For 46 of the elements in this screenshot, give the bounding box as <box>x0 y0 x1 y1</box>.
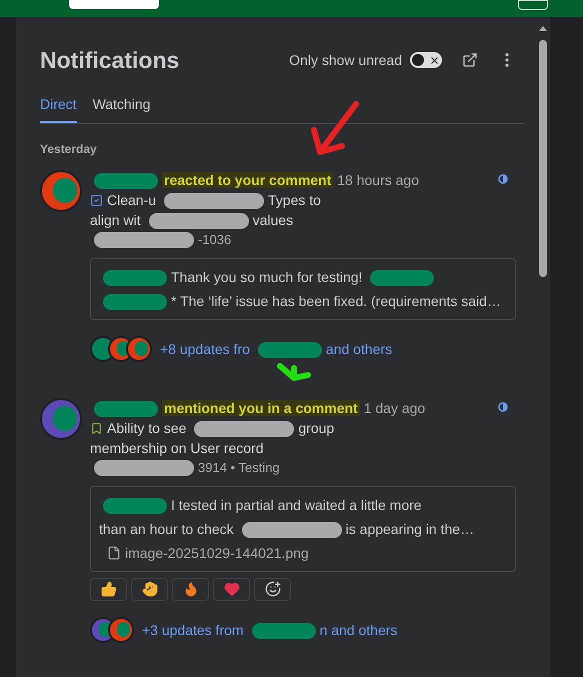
panel-title: Notifications <box>40 46 180 75</box>
issue-title-text: Types to <box>268 192 321 208</box>
add-reaction-icon <box>264 581 280 597</box>
issue-title-text: align wit <box>90 212 141 228</box>
notification-header-text: 1 day ago <box>364 400 426 416</box>
issue-title-text: values <box>252 212 294 228</box>
thumbs-up-icon <box>100 581 116 597</box>
scrollbar-thumb[interactable] <box>539 40 547 277</box>
attachment-link[interactable]: image-20251029-144021.png <box>125 540 309 564</box>
avatar <box>40 398 82 440</box>
issue-title-text: Ability to see <box>107 420 186 436</box>
comment-card[interactable]: Thank you so much for testing! * The ‘life’ issue has been fixed. (requirements said… <box>90 258 516 320</box>
issue-title-text: group <box>298 420 334 436</box>
scroll-up-icon[interactable] <box>538 25 548 32</box>
notification-header-text: mentioned you in a comment <box>162 400 360 416</box>
tab[interactable]: Watching <box>92 94 150 122</box>
reaction-button[interactable] <box>90 578 127 600</box>
comment-card[interactable]: I tested in partial and waited a little more than an hour to check is appearing in the… image-20251029-144021.png <box>90 486 516 572</box>
group-label: Yesterday <box>40 140 98 158</box>
heart-icon <box>224 581 240 597</box>
close-icon <box>429 54 440 66</box>
notification-header-text: reacted to your comment <box>162 172 334 188</box>
top-bar-button[interactable] <box>518 0 548 10</box>
avatar <box>40 170 82 212</box>
issue-title-text: Clean-u <box>107 192 156 208</box>
issue-title-text: membership on User record <box>90 440 264 456</box>
comment-text: I tested in partial and waited a little more <box>171 496 422 512</box>
reaction-button[interactable] <box>131 578 168 600</box>
notification-header-text: 18 hours ago <box>337 172 419 188</box>
file-icon <box>107 546 121 560</box>
flame-icon <box>182 581 198 597</box>
hand-icon <box>142 581 158 597</box>
comment-text: Thank you so much for testing! <box>171 268 362 284</box>
bookmark-icon <box>90 422 103 436</box>
reaction-button[interactable] <box>172 578 209 600</box>
comment-text: is appearing in the… <box>346 520 474 536</box>
checkbox-icon <box>90 194 103 208</box>
issue-key-text: -1036 <box>198 232 232 246</box>
toggle-label: Only show unread <box>289 50 402 70</box>
unread-toggle[interactable] <box>410 52 442 68</box>
tab[interactable]: Direct <box>40 94 77 122</box>
reaction-button[interactable] <box>254 578 291 600</box>
comment-text: * The ‘life’ issue has been fixed. (requirements said… <box>171 292 501 308</box>
external-link-icon[interactable] <box>462 52 478 68</box>
issue-key-text: 3914 • Testing <box>198 460 280 474</box>
comment-text: than an hour to check <box>99 520 234 536</box>
